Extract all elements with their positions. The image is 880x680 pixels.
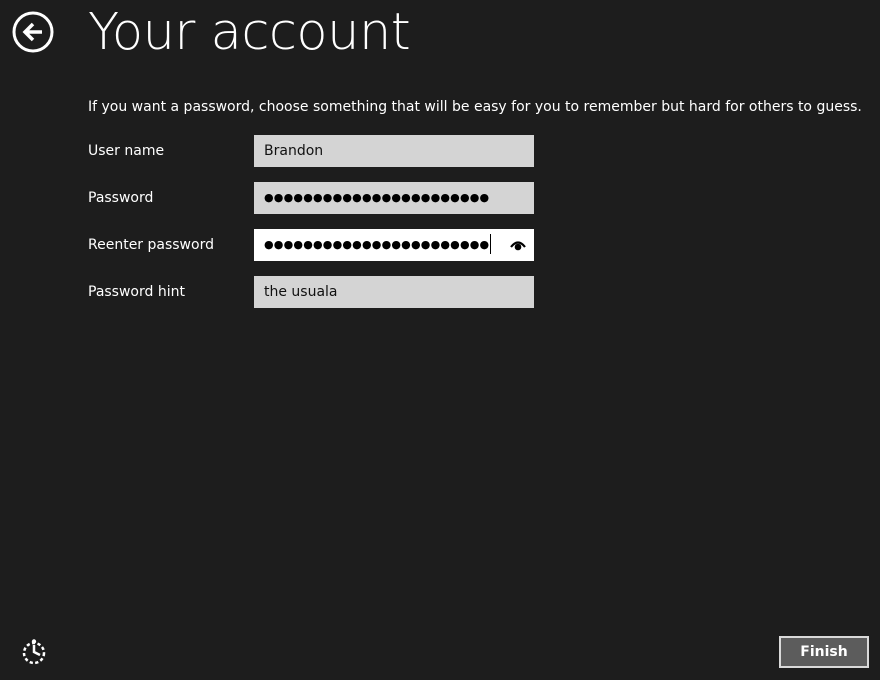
username-row: User name Brandon [88, 135, 534, 167]
ease-of-access-button[interactable] [20, 638, 48, 666]
reenter-password-input[interactable]: ●●●●●●●●●●●●●●●●●●●●●●● [254, 229, 534, 261]
back-arrow-circle-icon [12, 11, 54, 53]
password-label: Password [88, 190, 154, 206]
reenter-password-row: Reenter password ●●●●●●●●●●●●●●●●●●●●●●● [88, 229, 534, 261]
username-label: User name [88, 143, 165, 159]
back-button[interactable] [12, 11, 54, 53]
password-hint-label: Password hint [88, 284, 185, 300]
reenter-password-label: Reenter password [88, 237, 214, 253]
ease-of-access-icon [22, 639, 46, 665]
page-title: Your account [88, 3, 411, 62]
password-masked-value: ●●●●●●●●●●●●●●●●●●●●●●● [264, 191, 490, 204]
finish-button[interactable]: Finish [779, 636, 869, 668]
password-hint-row: Password hint the usuala [88, 276, 534, 308]
eye-icon[interactable] [510, 238, 526, 252]
instructions-text: If you want a password, choose something… [88, 99, 862, 115]
password-input[interactable]: ●●●●●●●●●●●●●●●●●●●●●●● [254, 182, 534, 214]
password-hint-input[interactable]: the usuala [254, 276, 534, 308]
password-row: Password ●●●●●●●●●●●●●●●●●●●●●●● [88, 182, 534, 214]
username-input[interactable]: Brandon [254, 135, 534, 167]
text-caret [490, 234, 492, 254]
reenter-password-masked-value: ●●●●●●●●●●●●●●●●●●●●●●● [264, 238, 490, 251]
